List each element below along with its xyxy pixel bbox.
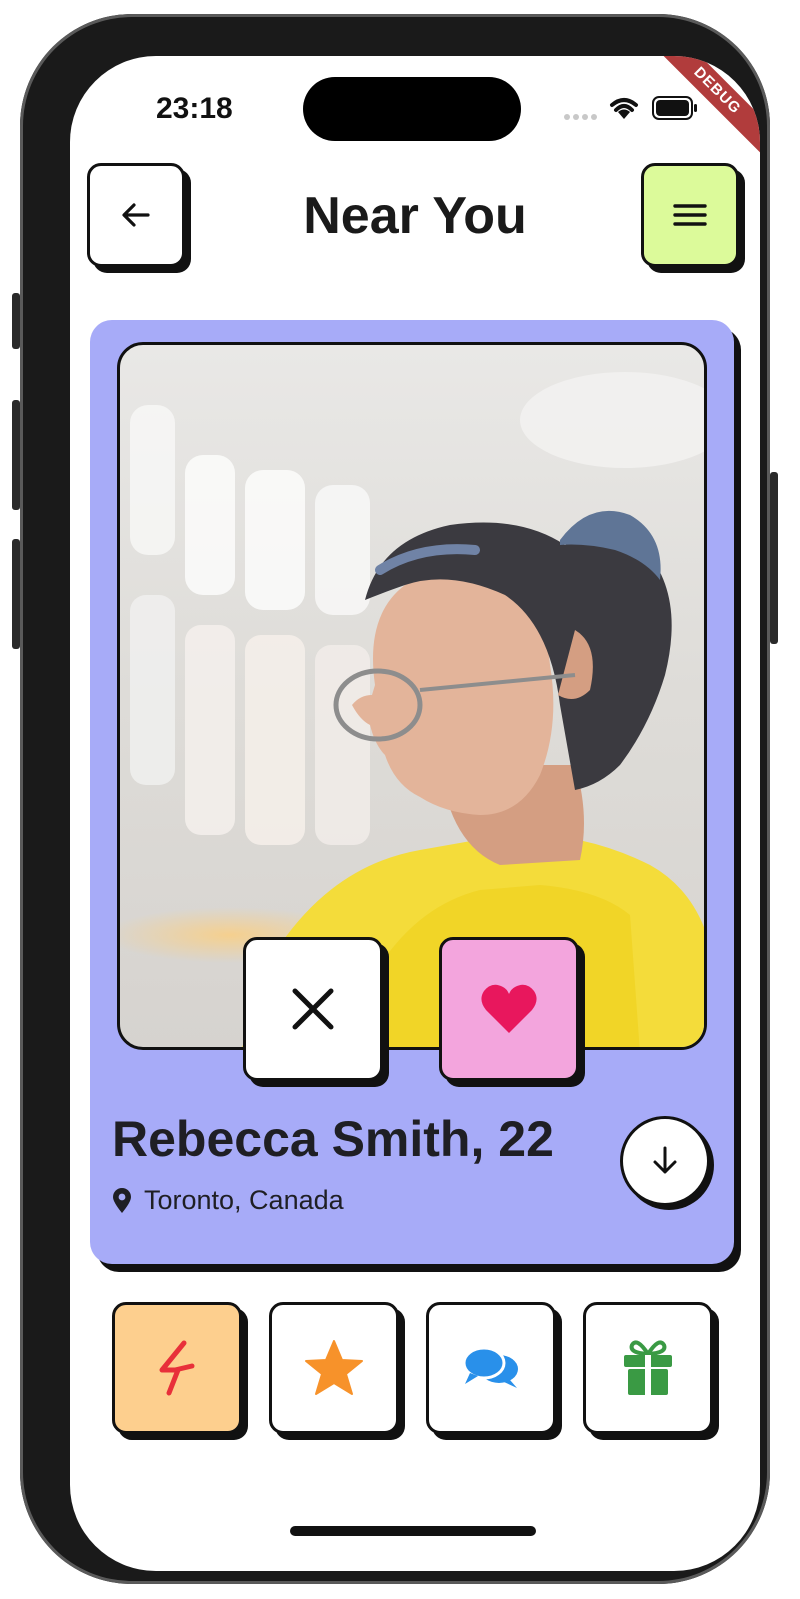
profile-name-age: Rebecca Smith, 22 [112,1111,554,1167]
profile-photo [117,342,707,1050]
location-pin-icon [113,1187,131,1213]
back-button[interactable] [87,163,185,267]
messages-button[interactable] [426,1302,556,1434]
side-button-volume-up [12,400,20,510]
debug-banner-label: DEBUG [647,56,760,161]
gift-icon [624,1340,672,1395]
arrow-left-icon [122,203,150,227]
profile-location: Toronto, Canada [112,1185,344,1216]
profile-card[interactable]: Rebecca Smith, 22 Toronto, Canada [90,320,734,1264]
cellular-signal-icon [564,114,597,120]
dislike-button[interactable] [243,937,383,1081]
arrow-down-icon [653,1146,677,1174]
like-button[interactable] [439,937,579,1081]
status-time: 23:18 [156,92,233,125]
side-button-action [12,293,20,349]
boost-button[interactable] [112,1302,242,1434]
location-label: Toronto, Canada [144,1185,344,1215]
gift-button[interactable] [583,1302,713,1434]
chat-bubbles-icon [462,1346,518,1388]
lightning-bolt-icon [159,1340,195,1396]
page-title: Near You [303,187,527,245]
star-icon [305,1340,363,1395]
dynamic-island [303,77,521,141]
app-screen: 23:18 DEBUG Near You Rebecca Smith, 22 T… [70,56,760,1571]
menu-button[interactable] [641,163,739,267]
side-button-power [770,472,778,644]
debug-banner: DEBUG [640,56,760,176]
hamburger-menu-icon [673,204,707,226]
heart-icon [481,984,537,1033]
phone-frame: 23:18 DEBUG Near You Rebecca Smith, 22 T… [12,14,778,1584]
super-like-button[interactable] [269,1302,399,1434]
expand-profile-button[interactable] [620,1116,710,1206]
side-button-volume-down [12,539,20,649]
wifi-icon [610,98,638,119]
close-icon [292,988,334,1030]
home-indicator[interactable] [290,1526,536,1536]
